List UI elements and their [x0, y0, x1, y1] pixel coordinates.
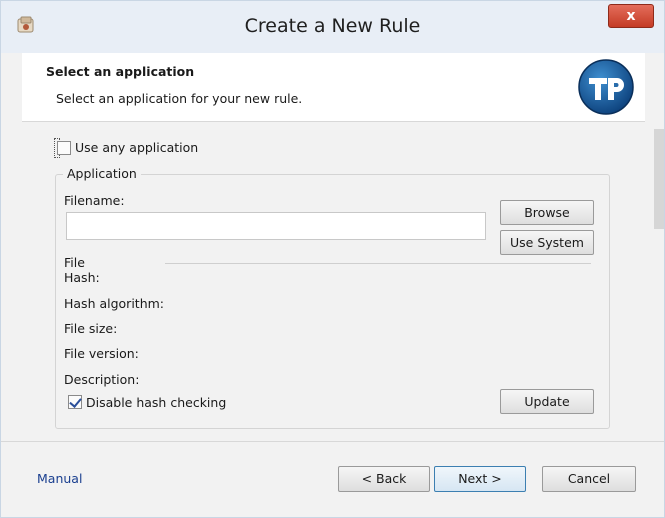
browse-button[interactable]: Browse [500, 200, 594, 225]
cancel-button[interactable]: Cancel [542, 466, 636, 492]
filename-input[interactable] [66, 212, 486, 240]
footer-divider [1, 441, 664, 442]
back-button[interactable]: < Back [338, 466, 430, 492]
filename-label: Filename: [64, 193, 125, 208]
create-rule-window: Create a New Rule x Select an applicatio… [0, 0, 665, 518]
disable-hash-label: Disable hash checking [86, 395, 227, 410]
brand-logo-icon [578, 59, 634, 115]
checkbox-icon [57, 141, 71, 155]
file-label: File [64, 255, 85, 270]
use-system-button[interactable]: Use System [500, 230, 594, 255]
wizard-header: Select an application Select an applicat… [22, 53, 645, 121]
header-title: Select an application [46, 64, 195, 79]
disable-hash-checkbox[interactable] [68, 395, 82, 409]
file-version-label: File version: [64, 346, 139, 361]
description-label: Description: [64, 372, 140, 387]
hash-algorithm-label: Hash algorithm: [64, 296, 165, 311]
application-group-label: Application [63, 166, 141, 181]
close-icon: x [626, 8, 636, 24]
next-button[interactable]: Next > [434, 466, 526, 492]
use-any-application-checkbox[interactable]: Use any application [54, 138, 198, 158]
close-button[interactable]: x [608, 4, 654, 28]
hash-label: Hash: [64, 270, 100, 285]
right-edge-strip [654, 129, 664, 229]
file-size-label: File size: [64, 321, 118, 336]
manual-link[interactable]: Manual [37, 471, 82, 486]
wizard-body: Use any application Application Filename… [22, 122, 645, 437]
header-subtitle: Select an application for your new rule. [56, 91, 303, 106]
file-separator [165, 263, 591, 264]
update-button[interactable]: Update [500, 389, 594, 414]
title-bar: Create a New Rule x [1, 1, 664, 53]
window-title: Create a New Rule [244, 15, 421, 37]
use-any-application-label: Use any application [75, 140, 199, 155]
